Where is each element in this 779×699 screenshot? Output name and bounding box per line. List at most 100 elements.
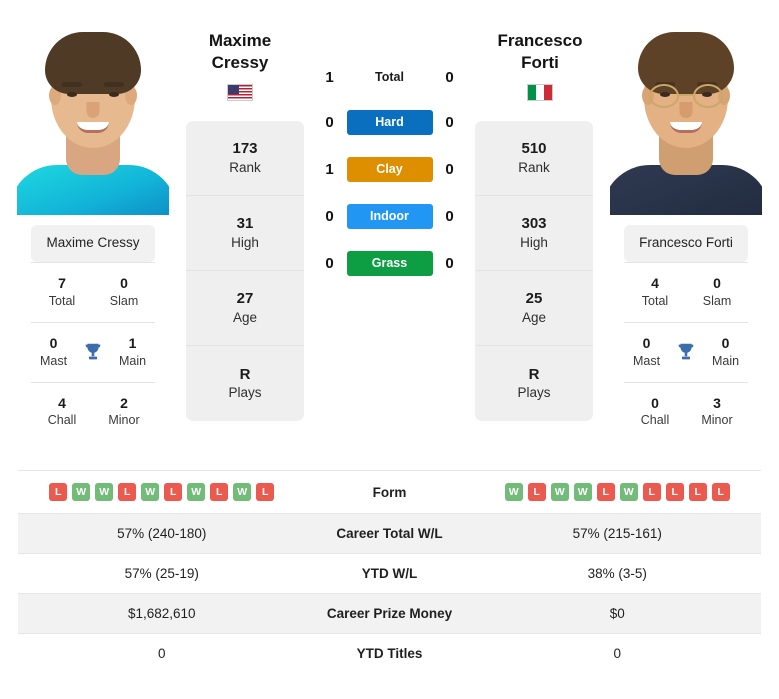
left-form-strip: LWWLWLWLWL [22,483,302,501]
head-to-head-list: 1 Total 0 0 Hard 0 1 Clay 0 0 Indoor 0 0 Grass 0 [304,32,475,298]
h2h-right-score: 0 [445,161,454,178]
h2h-row-clay: 1 Clay 0 [304,157,475,182]
left-main-titles: 1 Main [118,334,147,368]
titles-row-chall-minor: 0 Chall 3 Minor [624,381,748,442]
win-badge: W [233,483,252,501]
us-flag-icon [227,83,253,101]
loss-badge: L [49,483,68,501]
left-player-firstname: Maxime [208,31,272,50]
h2h-right-score: 0 [445,114,454,131]
row-label: Career Prize Money [326,606,453,621]
right-value-cell: 38% (3-5) [587,566,647,581]
right-player-column: Francesco Forti 4 Total 0 Slam 0 Mast 0 … [593,8,779,441]
table-row: L W W L W L W L W L Form W L W W L W L L L L [18,470,761,514]
left-chall-titles: 4 Chall [47,394,77,428]
left-player-info-column: Maxime Cressy 173 Rank 31 High 27 Age R … [186,8,304,421]
right-player-firstname: Francesco [497,31,583,50]
left-age-cell: 27 Age [186,271,304,346]
right-mast-titles: 0 Mast [632,334,661,368]
win-badge: W [95,483,114,501]
left-plays-cell: R Plays [228,365,262,401]
right-player-fullname: Francesco Forti [639,235,733,250]
left-minor-titles: 2 Minor [108,394,140,428]
row-label: YTD W/L [361,566,418,581]
h2h-surface-label: Grass [346,251,433,276]
right-player-info-column: Francesco Forti 510 Rank 303 High 25 Age… [475,8,593,421]
titles-row-mast-main: 0 Mast 1 Main [31,321,155,382]
win-badge: W [72,483,91,501]
h2h-surface-label: Clay [346,157,433,182]
h2h-right-score: 0 [445,255,454,272]
surface-badge-clay: Clay [346,157,433,182]
trophy-icon [669,341,703,363]
left-player-lastname: Cressy [211,53,269,73]
loss-badge: L [642,483,661,501]
left-total-titles: 7 Total [48,275,76,308]
h2h-right-score: 0 [445,68,454,86]
surface-badge-hard: Hard [346,110,433,135]
comparison-table: L W W L W L W L W L Form W L W W L W L L L L 57% (240-180) Car… [18,470,761,673]
left-value-cell: 57% (25-19) [124,566,199,581]
row-label: Career Total W/L [336,526,443,541]
win-badge: W [187,483,206,501]
h2h-left-score: 1 [325,68,334,86]
h2h-right-score: 0 [445,208,454,225]
right-value-cell: 57% (215-161) [572,526,662,541]
left-player-name-card: Maxime Cressy [31,225,155,262]
right-main-titles: 0 Main [711,334,740,368]
trophy-icon [76,341,110,363]
left-value-cell: LWWLWLWLWL [18,471,306,514]
win-badge: W [573,483,592,501]
portrait-right [610,8,762,215]
right-player-titles-grid: 4 Total 0 Slam 0 Mast 0 Main 0 Chall 3 M… [624,262,748,441]
loss-badge: L [665,483,684,501]
h2h-row-total: 1 Total 0 [304,68,475,86]
titles-row-mast-main: 0 Mast 0 Main [624,321,748,382]
h2h-row-hard: 0 Hard 0 [304,110,475,135]
left-player-titles-grid: 7 Total 0 Slam 0 Mast 1 Main 4 Chall 2 M… [31,262,155,441]
right-value-cell: 0 [613,646,621,661]
right-slam-titles: 0 Slam [702,275,732,308]
right-player-name-card: Francesco Forti [624,225,748,262]
table-row: $1,682,610 Career Prize Money $0 [18,593,761,634]
h2h-left-score: 0 [325,255,334,272]
loss-badge: L [210,483,229,501]
table-row: 57% (240-180) Career Total W/L 57% (215-16… [18,513,761,554]
head-to-head-column: 1 Total 0 0 Hard 0 1 Clay 0 0 Indoor 0 0 Grass 0 [304,8,475,298]
titles-row-total-slam: 4 Total 0 Slam [624,262,748,322]
table-row: 0 YTD Titles 0 [18,633,761,674]
right-plays-cell: R Plays [517,365,551,401]
right-form-strip: WLWWLWLLLL [478,483,758,501]
h2h-row-grass: 0 Grass 0 [304,251,475,276]
left-high-cell: 31 High [186,196,304,271]
left-value-cell: 0 [157,646,166,661]
loss-badge: L [688,483,707,501]
surface-badge-indoor: Indoor [346,204,433,229]
h2h-left-score: 0 [325,114,334,131]
right-player-photo [610,8,762,215]
loss-badge: L [711,483,730,501]
win-badge: W [504,483,523,501]
left-player-name-block: Maxime Cressy [178,30,302,101]
h2h-surface-label: Total [347,68,433,86]
right-player-info-card: 510 Rank 303 High 25 Age R Plays [475,121,593,421]
right-rank-cell: 510 Rank [475,121,593,196]
left-value-cell: $1,682,610 [127,606,196,621]
titles-row-total-slam: 7 Total 0 Slam [31,262,155,322]
table-row: 57% (25-19) YTD W/L 38% (3-5) [18,553,761,594]
right-age-cell: 25 Age [475,271,593,346]
portrait-left [17,8,169,215]
win-badge: W [619,483,638,501]
loss-badge: L [256,483,275,501]
h2h-left-score: 1 [325,161,334,178]
right-minor-titles: 3 Minor [701,394,733,428]
h2h-surface-label: Indoor [346,204,433,229]
loss-badge: L [164,483,183,501]
right-value-cell: $0 [609,606,625,621]
left-slam-titles: 0 Slam [109,275,139,308]
left-player-info-card: 173 Rank 31 High 27 Age R Plays [186,121,304,421]
right-high-cell: 303 High [475,196,593,271]
row-label: Form [372,484,407,500]
left-value-cell: 57% (240-180) [117,526,207,541]
player-comparison-header: Maxime Cressy 7 Total 0 Slam 0 Mast 1 Ma… [0,0,779,470]
